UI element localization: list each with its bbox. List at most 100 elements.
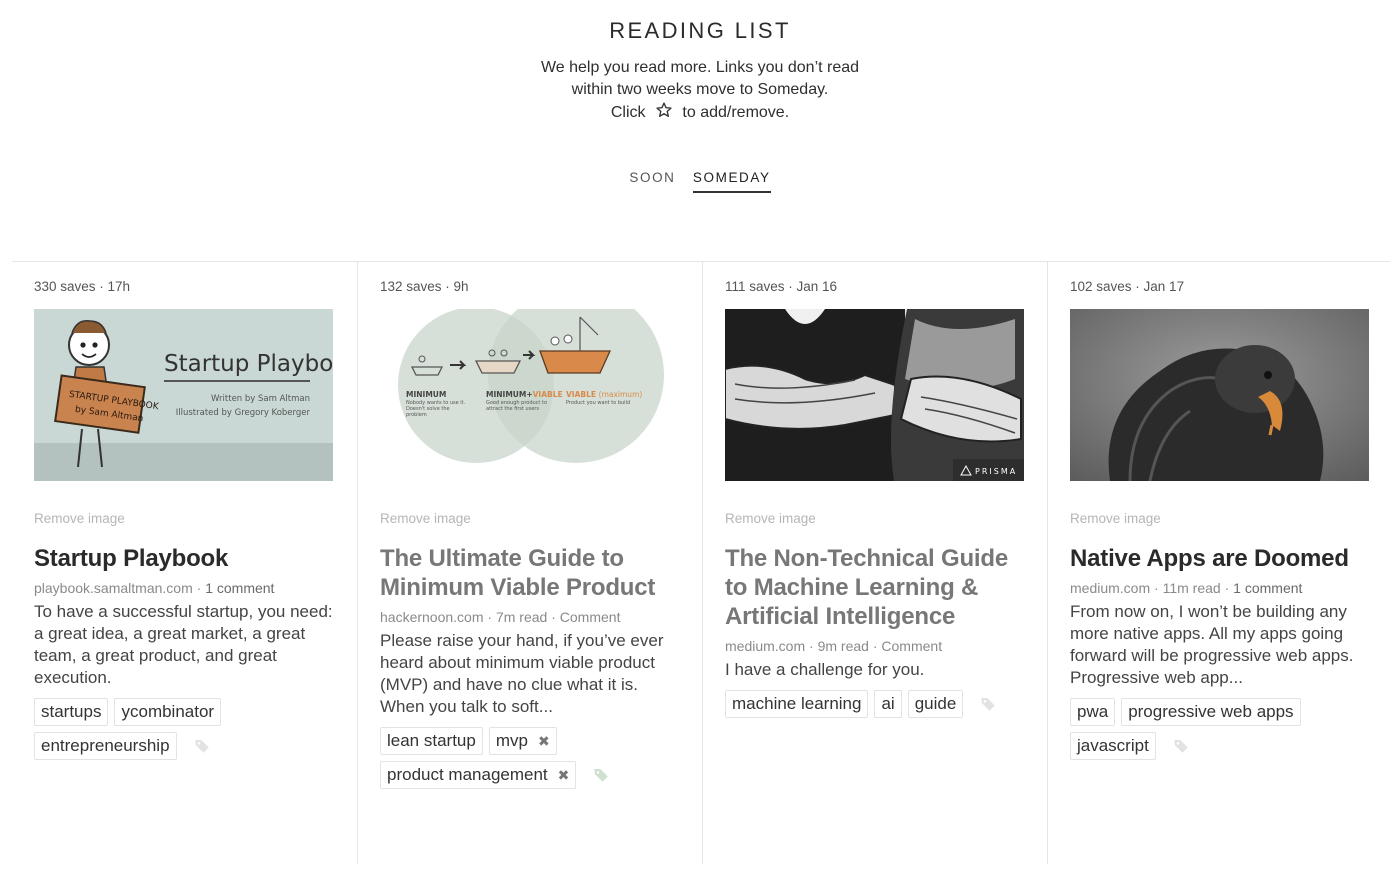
page-title: READING LIST [609,18,791,43]
article-card: 102 saves · Jan 17 Remove image Native A… [1047,262,1392,864]
tag-label: progressive web apps [1128,702,1294,721]
tag-label: machine learning [732,694,862,713]
mvp-label-minimum-plus: MINIMUM+VIABLE [486,390,563,399]
article-card: 111 saves · Jan 16 PRISMA Remove image T… [702,262,1047,864]
article-description: I have a challenge for you. [725,660,925,679]
tag[interactable]: lean startup [380,727,483,755]
tag[interactable]: startups [34,698,109,726]
tag-list: pwa progressive web apps javascript [1070,698,1370,760]
add-tag-icon[interactable] [592,766,610,784]
tab-someday[interactable]: SOMEDAY [692,168,771,193]
image-heading: Startup Playbook [164,351,333,377]
prisma-watermark: PRISMA [975,467,1017,476]
article-meta: 111 saves · Jan 16 [725,279,838,294]
intro-line-2: within two weeks move to Someday. [571,81,829,98]
article-source-line: medium.com · 9m read · Comment [725,637,1025,655]
tag[interactable]: progressive web apps [1121,698,1301,726]
article-title[interactable]: Startup Playbook [34,544,334,573]
article-card: 330 saves · 17h STARTUP PLAYBOOK by Sam … [12,262,357,864]
mvp-label-viable: VIABLE (maximum) [566,390,642,399]
separator-dot: · [805,638,818,654]
tag[interactable]: ai [874,690,902,718]
article-source[interactable]: medium.com [725,638,805,654]
read-time: 11m read [1162,580,1221,596]
star-icon [656,102,672,117]
article-source[interactable]: hackernoon.com [380,609,484,625]
tag-label: lean startup [387,731,476,750]
article-description: To have a successful startup, you need: … [34,602,333,687]
intro-action-label: to add/remove. [682,104,790,121]
tag-label: entrepreneurship [41,736,170,755]
read-time: 7m read [495,609,548,625]
tag-label: pwa [1077,702,1109,721]
article-source-line: playbook.samaltman.com · 1 comment [34,579,334,597]
article-source[interactable]: medium.com [1070,580,1150,596]
tag-label: ai [881,694,895,713]
tag-list: startups ycombinator entrepreneurship [34,698,334,760]
tag[interactable]: entrepreneurship [34,732,177,760]
separator-dot: · [1220,580,1234,596]
read-time: 9m read [817,638,869,654]
intro-click-label: Click [610,104,646,121]
article-source-line: medium.com · 11m read · 1 comment [1070,579,1370,597]
tag-list: lean startup mvp ✖ product management ✖ [380,727,680,789]
mvp-label-minimum: MINIMUM [406,390,446,399]
article-title[interactable]: The Non-Technical Guide to Machine Learn… [725,544,1025,631]
article-description: Please raise your hand, if you’ve ever h… [380,631,664,716]
comment-link[interactable]: 1 comment [1233,580,1302,596]
image-author: Written by Sam Altman [211,394,310,404]
tag-label: guide [914,694,957,713]
tag[interactable]: ycombinator [114,698,222,726]
mvp-sub-2: Good enough product to attract the first… [486,400,548,412]
article-title[interactable]: The Ultimate Guide to Minimum Viable Pro… [380,544,680,602]
intro-text: We help you read more. Links you don’t r… [0,57,1400,124]
intro-line-1: We help you read more. Links you don’t r… [540,59,860,76]
remove-image-button[interactable]: Remove image [34,511,125,526]
comment-link[interactable]: 1 comment [205,580,274,596]
tag[interactable]: pwa [1070,698,1116,726]
article-source-line: hackernoon.com · 7m read · Comment [380,608,680,626]
page-header: READING LIST We help you read more. Link… [0,0,1400,124]
add-tag-icon[interactable] [1172,737,1190,755]
tag[interactable]: javascript [1070,732,1156,760]
separator-dot: · [1150,580,1163,596]
mvp-sub-3: Product you want to build [566,400,631,406]
article-source[interactable]: playbook.samaltman.com [34,580,193,596]
tag-label: ycombinator [121,702,215,721]
article-description: From now on, I won’t be building any mor… [1070,602,1354,687]
separator-dot: · [547,609,560,625]
tab-soon[interactable]: SOON [629,168,675,191]
tab-bar: SOON SOMEDAY [0,168,1400,193]
tag[interactable]: mvp ✖ [488,727,557,755]
tag-label: mvp [495,731,528,750]
article-meta: 102 saves · Jan 17 [1070,279,1185,294]
article-thumbnail[interactable]: STARTUP PLAYBOOK by Sam Altman Startup P… [34,309,333,481]
tag[interactable]: machine learning [725,690,869,718]
tag-list: machine learning ai guide [725,690,1025,718]
tag[interactable]: product management ✖ [380,761,577,789]
intro-line-3: Click to add/remove. [0,101,1400,124]
remove-image-button[interactable]: Remove image [380,511,471,526]
comment-link[interactable]: Comment [560,609,621,625]
image-illustrator: Illustrated by Gregory Koberger [176,408,311,418]
add-tag-icon[interactable] [193,737,211,755]
article-thumbnail[interactable] [1070,309,1369,481]
separator-dot: · [483,609,496,625]
tag-label: javascript [1077,736,1149,755]
article-thumbnail[interactable]: PRISMA [725,309,1024,481]
comment-link[interactable]: Comment [881,638,942,654]
remove-image-button[interactable]: Remove image [1070,511,1161,526]
article-title[interactable]: Native Apps are Doomed [1070,544,1370,573]
tag[interactable]: guide [907,690,964,718]
tag-label: startups [41,702,102,721]
mvp-sub-1: Nobody wants to use it. Doesn't solve th… [406,400,466,418]
tag-label: product management [387,765,548,784]
article-thumbnail[interactable]: MINIMUM MINIMUM+VIABLE VIABLE (maximum) … [380,309,679,481]
separator-dot: · [192,580,206,596]
separator-dot: · [868,638,882,654]
article-meta: 132 saves · 9h [380,279,469,294]
remove-tag-icon[interactable]: ✖ [558,765,570,785]
add-tag-icon[interactable] [979,695,997,713]
remove-tag-icon[interactable]: ✖ [538,731,550,751]
remove-image-button[interactable]: Remove image [725,511,816,526]
